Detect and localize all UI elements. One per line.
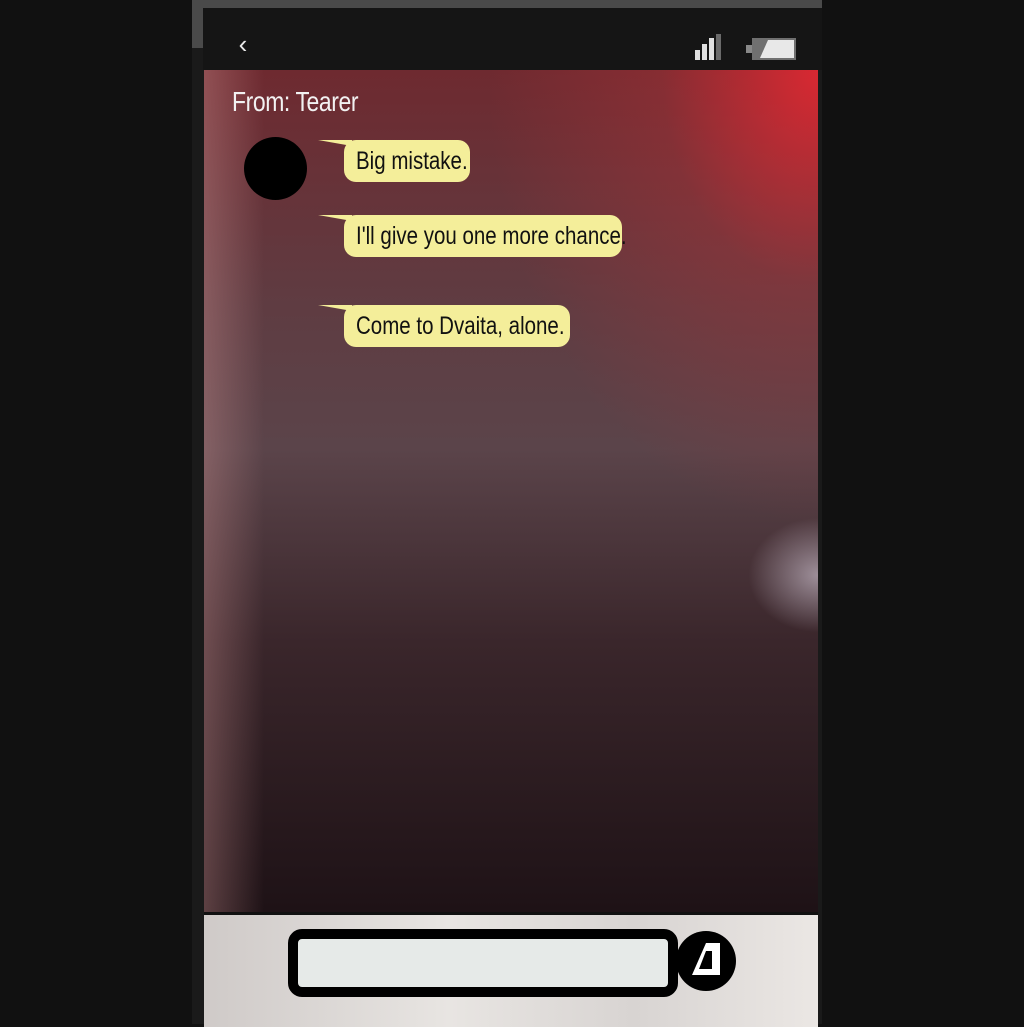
phone-rim-top (192, 0, 822, 8)
send-icon (692, 943, 720, 975)
status-bar: ‹ (203, 8, 822, 70)
message-bubble: Big mistake. (344, 140, 470, 182)
message-bubble: Come to Dvaita, alone. (344, 305, 570, 347)
message-bubble: I'll give you one more chance. (344, 215, 627, 257)
message-text: Come to Dvaita, alone. (356, 312, 565, 340)
battery-icon (746, 38, 796, 60)
phone-rim-side (192, 0, 203, 48)
composer-bar (204, 912, 818, 1027)
message-input[interactable] (288, 929, 678, 997)
chevron-left-icon: ‹ (238, 29, 248, 59)
avatar (244, 137, 307, 200)
back-button[interactable]: ‹ (229, 28, 257, 60)
message-text: Big mistake. (356, 147, 468, 175)
conversation-view: From: Tearer Big mistake. I'll give you … (204, 70, 818, 912)
sender-label: From: Tearer (232, 86, 359, 117)
send-button[interactable] (676, 931, 736, 991)
signal-bars-icon (695, 34, 721, 60)
message-text: I'll give you one more chance. (356, 222, 627, 250)
